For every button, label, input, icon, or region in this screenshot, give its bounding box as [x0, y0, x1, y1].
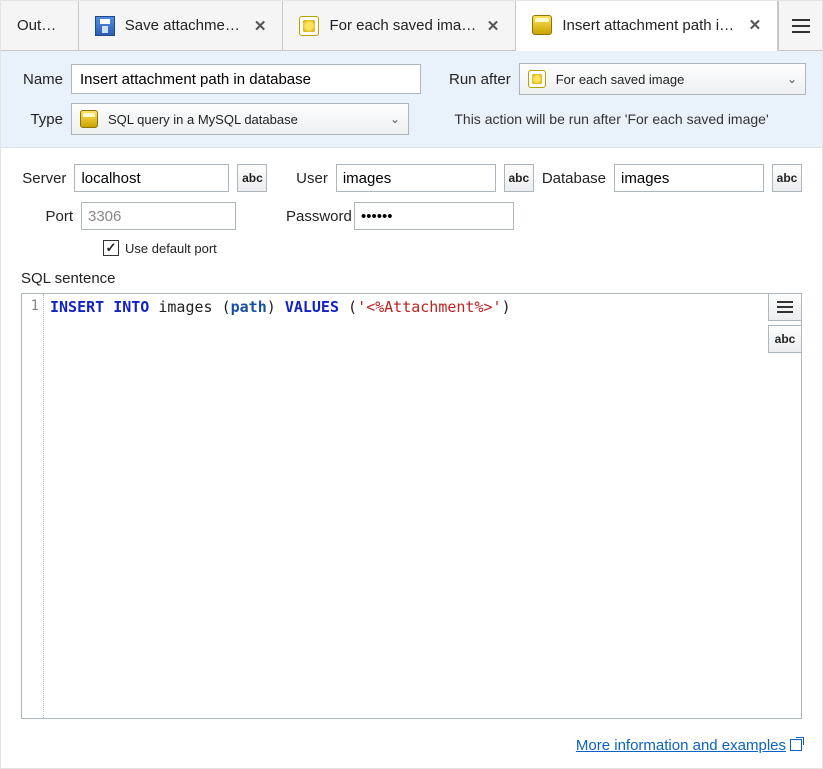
name-label: Name	[17, 71, 63, 88]
tab-insert-attachment[interactable]: Insert attachment path in d ✕	[516, 1, 778, 51]
server-label: Server	[21, 170, 66, 187]
close-icon[interactable]: ✕	[749, 16, 762, 34]
run-after-label: Run after	[449, 71, 511, 88]
sql-title: SQL sentence	[21, 270, 802, 287]
tab-label: Insert attachment path in d	[562, 17, 738, 34]
disk-icon	[95, 16, 115, 36]
tab-foreach-image[interactable]: For each saved image ✕	[283, 1, 516, 50]
chevron-down-icon: ⌄	[787, 72, 797, 86]
use-default-port-label: Use default port	[125, 241, 217, 256]
close-icon[interactable]: ✕	[254, 17, 267, 35]
close-icon[interactable]: ✕	[487, 17, 500, 35]
line-gutter: 1	[22, 294, 44, 718]
loop-icon	[299, 16, 319, 36]
port-label: Port	[21, 208, 73, 225]
editor-vars-button[interactable]: abc	[768, 325, 802, 353]
server-input[interactable]	[74, 164, 229, 192]
external-link-icon	[790, 739, 802, 751]
tabs-overflow-button[interactable]	[778, 1, 822, 50]
type-value: SQL query in a MySQL database	[108, 112, 298, 127]
sql-code[interactable]: INSERT INTO images (path) VALUES ('<%Att…	[44, 294, 801, 718]
name-input[interactable]	[71, 64, 421, 94]
db-icon	[80, 110, 98, 128]
tab-save-attachments[interactable]: Save attachments ✕	[79, 1, 284, 50]
chevron-down-icon: ⌄	[390, 112, 400, 126]
footer: More information and examples	[1, 729, 822, 768]
type-label: Type	[17, 111, 63, 128]
run-after-select[interactable]: For each saved image ⌄	[519, 63, 806, 95]
server-vars-button[interactable]: abc	[237, 164, 267, 192]
editor-menu-button[interactable]	[768, 293, 802, 321]
tab-label: Save attachments	[125, 17, 244, 34]
password-label: Password	[286, 208, 346, 225]
password-input[interactable]	[354, 202, 514, 230]
tab-output[interactable]: Output	[1, 1, 79, 50]
user-input[interactable]	[336, 164, 496, 192]
database-label: Database	[542, 170, 606, 187]
database-input[interactable]	[614, 164, 764, 192]
sql-section: SQL sentence 1 INSERT INTO images (path)…	[1, 264, 822, 729]
user-label: User	[275, 170, 327, 187]
use-default-port-checkbox[interactable]: ✓	[103, 240, 119, 256]
tab-label: For each saved image	[329, 17, 476, 34]
tab-label: Output	[17, 17, 62, 34]
run-after-hint: This action will be run after 'For each …	[417, 111, 806, 127]
more-info-link[interactable]: More information and examples	[576, 737, 802, 754]
sql-editor[interactable]: 1 INSERT INTO images (path) VALUES ('<%A…	[21, 293, 802, 719]
run-after-value: For each saved image	[556, 72, 685, 87]
action-header: Name Run after For each saved image ⌄ Ty…	[1, 51, 822, 148]
user-vars-button[interactable]: abc	[504, 164, 534, 192]
loop-icon	[528, 70, 546, 88]
type-select[interactable]: SQL query in a MySQL database ⌄	[71, 103, 409, 135]
tab-bar: Output Save attachments ✕ For each saved…	[1, 1, 822, 51]
db-icon	[532, 15, 552, 35]
port-input	[81, 202, 236, 230]
database-vars-button[interactable]: abc	[772, 164, 802, 192]
connection-params: Server abc User abc Database abc Port Pa…	[1, 148, 822, 264]
